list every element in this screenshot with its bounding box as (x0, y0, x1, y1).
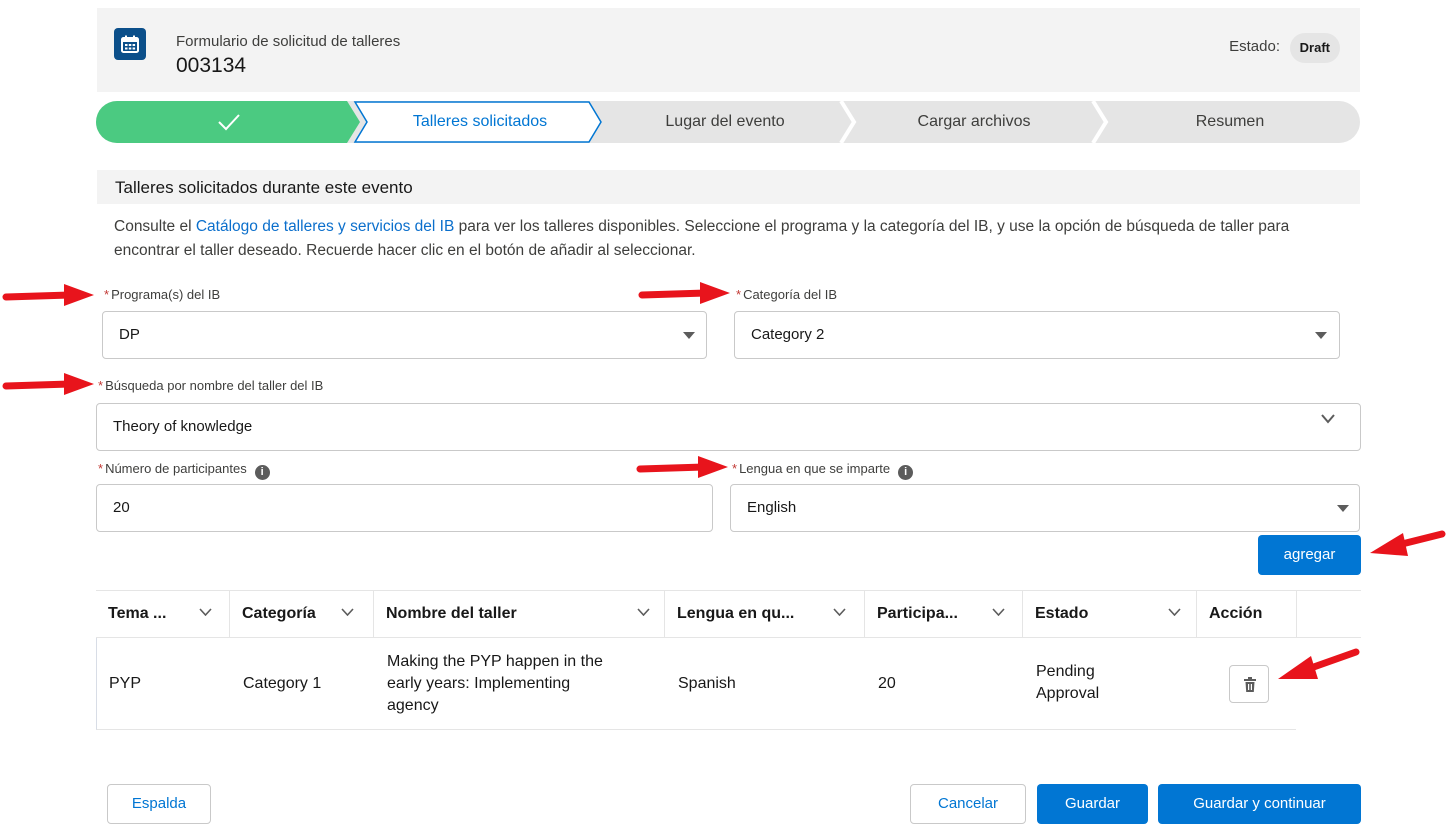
chevron-down-icon[interactable] (992, 608, 1005, 616)
cell-tema: PYP (109, 675, 142, 692)
categoria-value: Category 2 (751, 326, 825, 343)
annotation-arrow (636, 456, 728, 478)
chevron-down-icon[interactable] (1168, 608, 1181, 616)
chevron-down-icon (683, 332, 695, 339)
lengua-label-text: Lengua en que se imparte (739, 461, 891, 476)
clear-selection-icon[interactable] (1321, 414, 1335, 424)
info-icon[interactable]: i (254, 465, 270, 480)
save-button[interactable]: Guardar (1037, 784, 1148, 824)
column-header-estado[interactable]: Estado (1023, 591, 1197, 638)
busqueda-taller-input[interactable]: Theory of knowledge (96, 403, 1361, 451)
progress-path: Talleres solicitados Lugar del evento Ca… (96, 101, 1360, 143)
path-step-resumen[interactable]: Resumen (1100, 101, 1360, 143)
record-type-label: Formulario de solicitud de talleres (176, 33, 401, 50)
participantes-label-text: Número de participantes (105, 461, 247, 476)
column-header-nombre[interactable]: Nombre del taller (374, 591, 665, 638)
back-button[interactable]: Espalda (107, 784, 211, 824)
chevron-down-icon[interactable] (341, 608, 354, 616)
programa-label-text: Programa(s) del IB (111, 287, 221, 302)
record-number: 003134 (176, 54, 247, 77)
busqueda-value: Theory of knowledge (113, 418, 253, 435)
cancel-button[interactable]: Cancelar (910, 784, 1026, 824)
programa-value: DP (119, 326, 140, 343)
add-button[interactable]: agregar (1258, 535, 1361, 575)
path-step-lugar-del-evento[interactable]: Lugar del evento (602, 101, 848, 143)
column-header-tema[interactable]: Tema ... (96, 591, 230, 638)
table-row: PYP Category 1 Making the PYP happen in … (96, 638, 1296, 730)
annotation-arrow (2, 284, 94, 306)
annotation-arrow (638, 282, 730, 304)
calendar-icon (114, 28, 146, 60)
categoria-label: * Categoría del IB (736, 287, 837, 302)
cell-estado: Pending Approval (1036, 663, 1100, 702)
column-header-lengua[interactable]: Lengua en qu... (665, 591, 865, 638)
section-header: Talleres solicitados durante este evento (97, 170, 1360, 204)
chevron-down-icon[interactable] (637, 608, 650, 616)
lengua-select[interactable]: English (730, 484, 1360, 532)
busqueda-label: * Búsqueda por nombre del taller del IB (98, 378, 323, 393)
catalog-link[interactable]: Catálogo de talleres y servicios del IB (196, 218, 454, 235)
delete-button[interactable] (1229, 665, 1269, 703)
status-badge: Draft (1289, 33, 1340, 63)
cell-lengua: Spanish (678, 675, 736, 692)
participantes-label: * Número de participantes i (98, 461, 270, 480)
programa-select[interactable]: DP (102, 311, 707, 359)
chevron-down-icon (1337, 505, 1349, 512)
busqueda-label-text: Búsqueda por nombre del taller del IB (105, 378, 324, 393)
path-step-complete[interactable] (96, 101, 358, 143)
path-step-talleres-solicitados[interactable]: Talleres solicitados (358, 101, 602, 143)
intro-text: Consulte el Catálogo de talleres y servi… (114, 215, 1359, 263)
trash-icon (1244, 677, 1256, 692)
save-and-continue-button[interactable]: Guardar y continuar (1158, 784, 1361, 824)
section-title: Talleres solicitados durante este evento (115, 178, 413, 197)
annotation-arrow (2, 373, 94, 395)
column-header-participantes[interactable]: Participa... (865, 591, 1023, 638)
column-header-categoria[interactable]: Categoría (230, 591, 374, 638)
chevron-down-icon[interactable] (833, 608, 846, 616)
chevron-down-icon (1315, 332, 1327, 339)
categoria-select[interactable]: Category 2 (734, 311, 1340, 359)
required-marker: * (104, 287, 110, 302)
path-step-cargar-archivos[interactable]: Cargar archivos (848, 101, 1100, 143)
cell-categoria: Category 1 (243, 675, 322, 692)
lengua-label: * Lengua en que se imparte i (732, 461, 914, 480)
table-header: Tema ... Categoría Nombre del taller Len… (96, 590, 1361, 638)
column-header-accion: Acción (1197, 591, 1297, 638)
participantes-value: 20 (113, 499, 130, 516)
cell-participantes: 20 (878, 675, 896, 692)
intro-text-before: Consulte el (114, 218, 196, 235)
annotation-arrow (1278, 648, 1360, 679)
cell-nombre: Making the PYP happen in the early years… (387, 653, 603, 714)
info-icon[interactable]: i (898, 465, 914, 480)
participantes-input[interactable]: 20 (96, 484, 713, 532)
lengua-value: English (747, 499, 797, 516)
required-marker: * (736, 287, 742, 302)
chevron-down-icon[interactable] (199, 608, 212, 616)
required-marker: * (98, 461, 104, 476)
annotation-arrow (1370, 530, 1446, 556)
status-label: Estado: (1229, 38, 1280, 55)
record-header: Formulario de solicitud de talleres 0031… (97, 8, 1360, 92)
programa-label: * Programa(s) del IB (104, 287, 220, 302)
categoria-label-text: Categoría del IB (743, 287, 838, 302)
